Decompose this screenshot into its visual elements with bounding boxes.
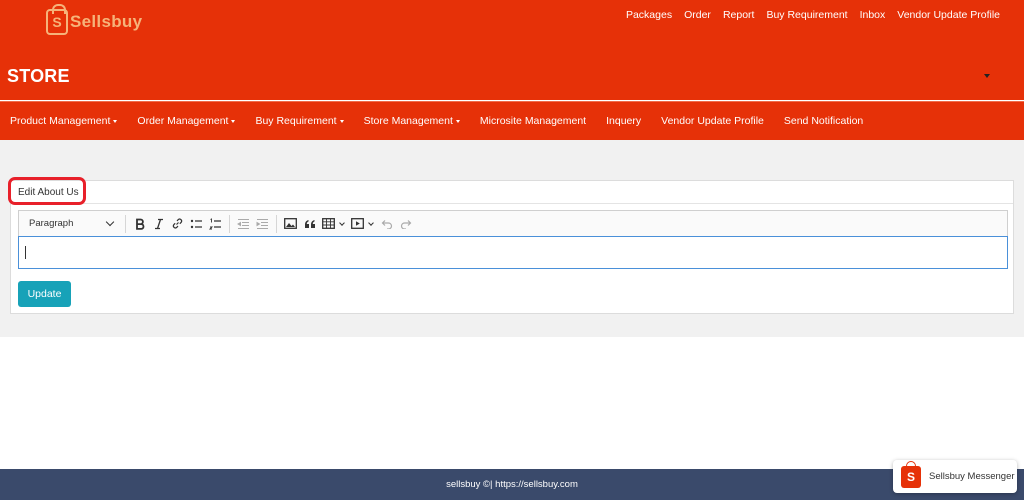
heading-select[interactable]: Paragraph: [25, 214, 117, 234]
messenger-label: Sellsbuy Messenger: [929, 471, 1015, 482]
nav-label: Send Notification: [783, 115, 864, 127]
numbered-list-icon[interactable]: [206, 214, 225, 234]
text-cursor: [25, 246, 26, 259]
nav-label: Microsite Management: [479, 115, 587, 127]
top-link-order[interactable]: Order: [684, 9, 711, 21]
edit-about-us-panel: Edit About Us Paragraph Update: [8, 177, 1014, 314]
header-bar: S Sellsbuy Packages Order Report Buy Req…: [0, 0, 1024, 100]
footer: sellsbuy ©| https://sellsbuy.com: [0, 469, 1024, 500]
messenger-widget[interactable]: S Sellsbuy Messenger: [893, 460, 1017, 493]
main-nav: Product Management Order Management Buy …: [0, 101, 1024, 140]
chevron-down-icon: [105, 217, 115, 226]
nav-inquery[interactable]: Inquery: [606, 115, 641, 127]
about-us-editor[interactable]: [18, 236, 1008, 269]
caret-down-icon: [231, 119, 236, 123]
top-link-buy-requirement[interactable]: Buy Requirement: [766, 9, 847, 21]
logo-letter: S: [52, 14, 62, 30]
update-button[interactable]: Update: [18, 281, 71, 307]
media-dropdown[interactable]: [348, 214, 377, 234]
nav-store-management[interactable]: Store Management: [364, 115, 460, 127]
chevron-down-icon: [339, 219, 345, 226]
top-link-report[interactable]: Report: [723, 9, 755, 21]
caret-down-icon: [455, 119, 460, 123]
media-icon: [348, 214, 367, 234]
logo-text: Sellsbuy: [70, 12, 143, 31]
redo-icon[interactable]: [396, 214, 415, 234]
bold-icon[interactable]: [130, 214, 149, 234]
nav-send-notification[interactable]: Send Notification: [784, 115, 863, 127]
nav-label: Order Management: [137, 115, 229, 127]
nav-product-management[interactable]: Product Management: [10, 115, 118, 127]
nav-order-management[interactable]: Order Management: [137, 115, 236, 127]
editor-toolbar: Paragraph: [18, 210, 1008, 236]
toolbar-separator: [276, 214, 277, 233]
nav-label: Vendor Update Profile: [661, 115, 764, 127]
chevron-down-icon: [368, 219, 374, 226]
nav-buy-requirement[interactable]: Buy Requirement: [255, 115, 344, 127]
shopping-bag-icon: S: [901, 460, 921, 488]
nav-vendor-update-profile[interactable]: Vendor Update Profile: [661, 115, 764, 127]
nav-label: Inquery: [606, 115, 642, 127]
indent-icon[interactable]: [253, 214, 272, 234]
caret-down-icon: [113, 119, 118, 123]
outdent-icon[interactable]: [234, 214, 253, 234]
top-links: Packages Order Report Buy Requirement In…: [626, 9, 1000, 21]
store-dropdown-caret-icon[interactable]: [984, 74, 990, 78]
link-icon[interactable]: [168, 214, 187, 234]
toolbar-separator: [125, 214, 126, 233]
top-link-vendor-update-profile[interactable]: Vendor Update Profile: [897, 9, 1000, 21]
image-icon[interactable]: [281, 214, 300, 234]
nav-label: Product Management: [10, 115, 111, 127]
footer-text: sellsbuy ©| https://sellsbuy.com: [446, 479, 578, 490]
bulleted-list-icon[interactable]: [187, 214, 206, 234]
panel-header: Edit About Us: [8, 177, 1013, 205]
table-icon: [319, 214, 338, 234]
table-dropdown[interactable]: [319, 214, 348, 234]
toolbar-separator: [229, 214, 230, 233]
messenger-icon-letter: S: [906, 469, 915, 484]
nav-microsite-management[interactable]: Microsite Management: [480, 115, 586, 127]
blockquote-icon[interactable]: [300, 214, 319, 234]
italic-icon[interactable]: [149, 214, 168, 234]
nav-label: Store Management: [363, 115, 453, 127]
sellsbuy-logo[interactable]: S Sellsbuy: [46, 4, 143, 35]
heading-select-value: Paragraph: [29, 218, 74, 229]
nav-label: Buy Requirement: [255, 115, 337, 127]
caret-down-icon: [339, 119, 344, 123]
top-link-packages[interactable]: Packages: [626, 9, 672, 21]
store-title: STORE: [7, 66, 70, 86]
shopping-bag-icon: S: [46, 4, 68, 35]
top-link-inbox[interactable]: Inbox: [860, 9, 886, 21]
undo-icon[interactable]: [377, 214, 396, 234]
panel-title: Edit About Us: [18, 187, 79, 198]
